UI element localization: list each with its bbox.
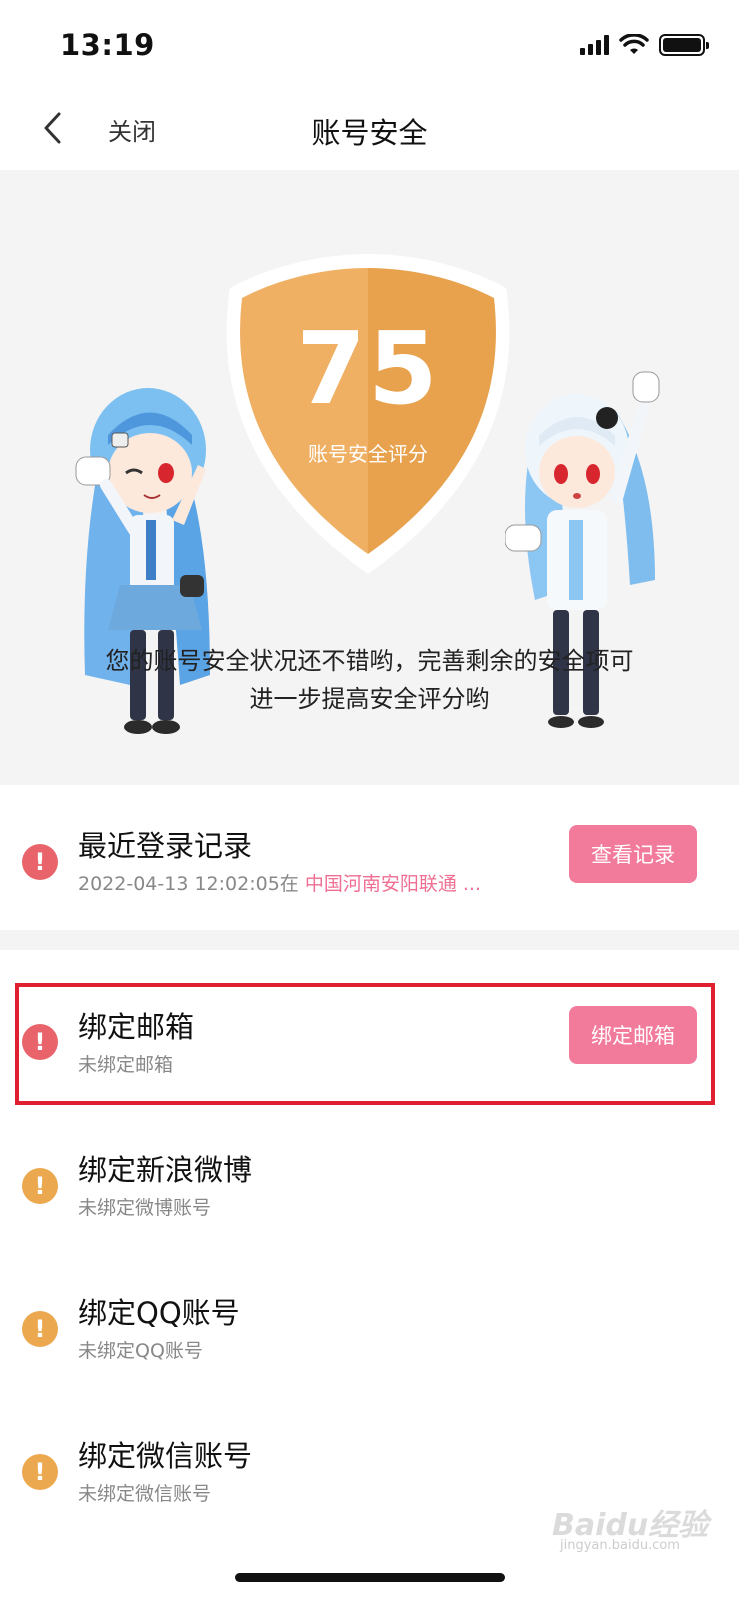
login-time: 2022-04-13 12:02:05在: [78, 873, 305, 895]
description-line-2: 进一步提高安全评分哟: [249, 685, 490, 713]
row-title: 绑定QQ账号: [78, 1296, 240, 1330]
section-divider: [0, 930, 739, 950]
watermark-url: jingyan.baidu.com: [560, 1538, 680, 1553]
status-bar: 13:19: [0, 0, 739, 92]
row-title: 绑定微信账号: [78, 1439, 253, 1473]
status-icons: [580, 34, 709, 56]
list-item-recent-login[interactable]: ! 最近登录记录 2022-04-13 12:02:05在 中国河南安阳联通 .…: [0, 785, 739, 930]
security-description: 您的账号安全状况还不错哟，完善剩余的安全项可 进一步提高安全评分哟: [40, 642, 699, 718]
alert-icon: !: [22, 1311, 58, 1347]
alert-icon: !: [22, 1454, 58, 1490]
alert-icon: !: [22, 1168, 58, 1204]
alert-icon: !: [22, 844, 58, 880]
status-time: 13:19: [60, 28, 155, 62]
security-score: 75: [296, 310, 440, 427]
security-score-panel: 75 账号安全评分 您的账号安全状况还不错哟，完善剩余的安全项可 进一步提高安全…: [0, 170, 739, 785]
cellular-signal-icon: [580, 35, 609, 55]
home-indicator[interactable]: [235, 1573, 505, 1582]
alert-icon: !: [22, 1024, 58, 1060]
list-item-bind-qq[interactable]: ! 绑定QQ账号 未绑定QQ账号: [0, 1248, 739, 1391]
row-subtitle: 未绑定邮箱: [78, 1054, 174, 1076]
row-subtitle: 2022-04-13 12:02:05在 中国河南安阳联通 ...: [78, 869, 481, 896]
row-title: 最近登录记录: [78, 829, 253, 863]
row-title: 绑定邮箱: [78, 1010, 195, 1044]
list-item-bind-weibo[interactable]: ! 绑定新浪微博 未绑定微博账号: [0, 1105, 739, 1248]
row-subtitle: 未绑定微信账号: [78, 1483, 212, 1505]
row-title: 绑定新浪微博: [78, 1153, 253, 1187]
view-records-button[interactable]: 查看记录: [569, 825, 697, 883]
battery-icon: [659, 34, 709, 56]
wifi-icon: [619, 34, 649, 54]
row-subtitle: 未绑定微博账号: [78, 1197, 212, 1219]
bind-email-button[interactable]: 绑定邮箱: [569, 1006, 697, 1064]
login-location: 中国河南安阳联通 ...: [304, 873, 482, 895]
list-item-bind-email[interactable]: ! 绑定邮箱 未绑定邮箱 绑定邮箱: [0, 950, 739, 1105]
row-subtitle: 未绑定QQ账号: [78, 1340, 203, 1362]
description-line-1: 您的账号安全状况还不错哟，完善剩余的安全项可: [105, 647, 634, 675]
page-title: 账号安全: [311, 116, 428, 150]
score-container: 75 账号安全评分: [212, 248, 524, 578]
nav-bar: 关闭 账号安全: [0, 92, 739, 170]
score-label: 账号安全评分: [308, 442, 428, 466]
